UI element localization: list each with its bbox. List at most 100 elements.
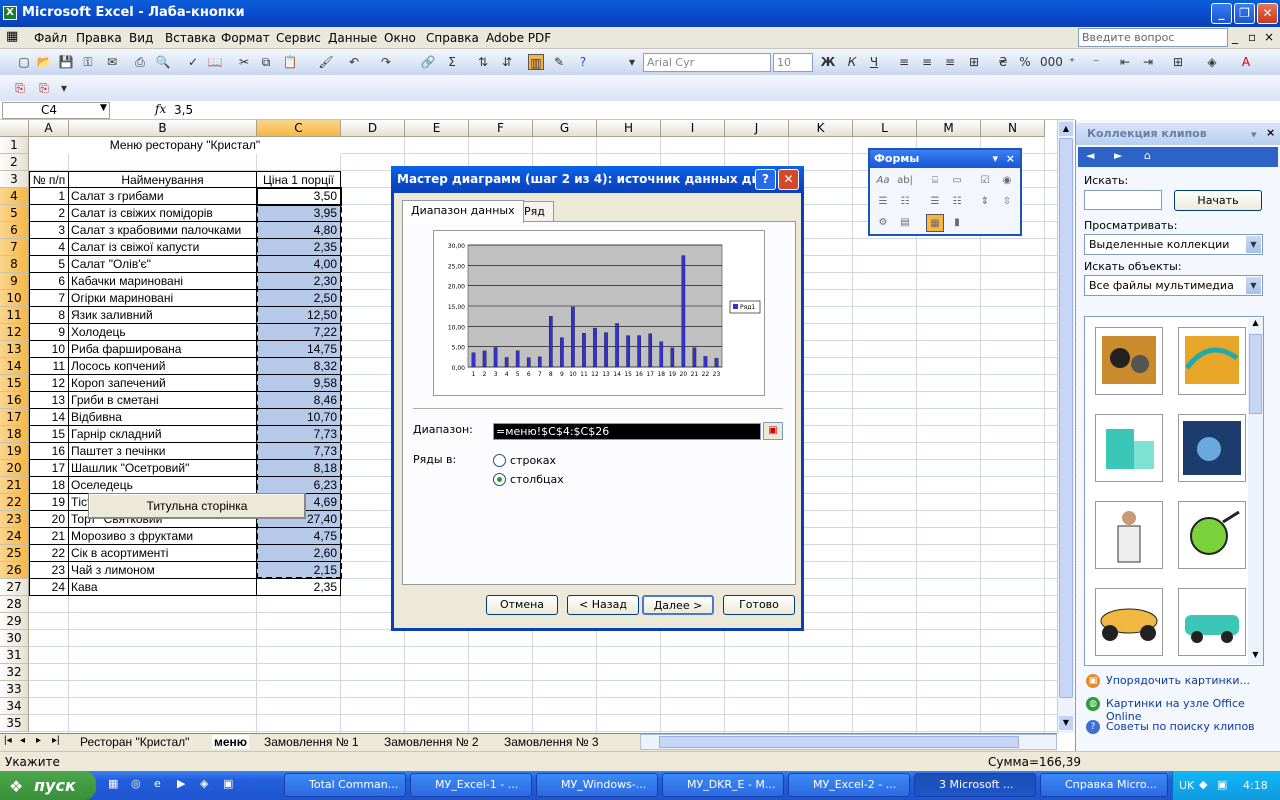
cell-price[interactable]: 2,60 — [257, 545, 341, 562]
menu-edit[interactable]: Правка — [76, 31, 122, 45]
font-name-select[interactable]: Arial Cyr — [643, 53, 771, 72]
sort-asc-icon[interactable]: ⇅ — [475, 54, 491, 70]
back-icon[interactable]: ◄ — [1086, 149, 1094, 162]
row-header[interactable]: 5 — [0, 205, 29, 222]
edit-code-icon[interactable]: ▤ — [896, 214, 914, 232]
autosum-icon[interactable]: Σ — [444, 54, 460, 70]
tab-data-range[interactable]: Диапазон данных — [402, 200, 524, 223]
decrease-decimal-icon[interactable]: ⁻ — [1088, 54, 1104, 70]
menu-data[interactable]: Данные — [328, 31, 377, 45]
cell-name[interactable]: Язик заливний — [69, 307, 257, 324]
cell-name[interactable]: Кава — [69, 579, 257, 596]
cell-number[interactable]: 10 — [29, 341, 69, 358]
task-total-commander[interactable]: Total Comman... — [284, 773, 406, 797]
close-button[interactable]: ✕ — [1257, 3, 1278, 24]
chart-wizard-icon[interactable]: ▥ — [528, 54, 544, 70]
cell-price[interactable]: 3,95 — [257, 205, 341, 222]
row-header[interactable]: 1 — [0, 137, 29, 154]
cell-number[interactable]: 5 — [29, 256, 69, 273]
language-indicator[interactable]: UK — [1179, 779, 1194, 792]
cell-number[interactable]: 3 — [29, 222, 69, 239]
row-header[interactable]: 29 — [0, 613, 29, 630]
dropdown-icon[interactable]: ▼ — [1246, 236, 1261, 253]
merge-center-icon[interactable]: ⊞ — [966, 54, 982, 70]
scroll-thumb[interactable] — [1059, 138, 1073, 698]
series-rows-label[interactable]: строках — [510, 454, 556, 467]
cell-number[interactable]: 1 — [29, 188, 69, 205]
doc-icon[interactable]: ▦ — [6, 29, 18, 44]
font-color-icon[interactable]: A — [1238, 54, 1254, 70]
permission-icon[interactable]: ⚿ — [80, 54, 96, 70]
row-header[interactable]: 14 — [0, 358, 29, 375]
italic-icon[interactable]: К — [844, 54, 860, 70]
cut-icon[interactable]: ✂ — [236, 54, 252, 70]
row-header[interactable]: 35 — [0, 715, 29, 732]
menu-help[interactable]: Справка — [426, 31, 479, 45]
sheet-tab-order1[interactable]: Замовлення № 1 — [264, 735, 359, 749]
quicklaunch-app2-icon[interactable]: ▣ — [223, 777, 233, 790]
clip-thumbnail[interactable] — [1095, 588, 1163, 656]
bold-icon[interactable]: Ж — [820, 54, 836, 70]
cell-name[interactable]: Сік в асортименті — [69, 545, 257, 562]
first-sheet-icon[interactable]: |◂ — [4, 735, 12, 746]
row-header[interactable]: 22 — [0, 494, 29, 511]
cell-price[interactable]: 10,70 — [257, 409, 341, 426]
sheet-tab-menu[interactable]: меню — [212, 735, 250, 749]
collections-select[interactable]: Выделенные коллекции ▼ — [1084, 234, 1263, 255]
format-painter-icon[interactable]: 🖌 — [318, 54, 334, 70]
series-columns-label[interactable]: столбцах — [510, 473, 564, 486]
row-header[interactable]: 27 — [0, 579, 29, 596]
row-header[interactable]: 10 — [0, 290, 29, 307]
row-header[interactable]: 21 — [0, 477, 29, 494]
row-header[interactable]: 15 — [0, 375, 29, 392]
research-icon[interactable]: 📖 — [207, 54, 223, 70]
cell-price[interactable]: 2,15 — [257, 562, 341, 579]
column-header[interactable]: H — [597, 120, 661, 137]
row-header[interactable]: 13 — [0, 341, 29, 358]
home-icon[interactable]: ⌂ — [1144, 149, 1151, 162]
row-header[interactable]: 16 — [0, 392, 29, 409]
clip-thumbnail[interactable] — [1178, 327, 1246, 395]
menu-insert[interactable]: Вставка — [165, 31, 216, 45]
clip-thumbnail[interactable] — [1178, 414, 1246, 482]
clip-thumbnail[interactable] — [1178, 501, 1246, 569]
series-rows-radio[interactable] — [493, 454, 506, 467]
prev-sheet-icon[interactable]: ◂ — [20, 735, 25, 746]
minimize-button[interactable]: _ — [1211, 3, 1232, 24]
menu-view[interactable]: Вид — [129, 31, 153, 45]
cell-name[interactable]: Короп запечений — [69, 375, 257, 392]
row-header[interactable]: 33 — [0, 681, 29, 698]
select-all-corner[interactable] — [0, 120, 29, 137]
vertical-scrollbar[interactable]: ▲ ▼ — [1057, 120, 1074, 733]
menu-tools[interactable]: Сервис — [276, 31, 321, 45]
function-icon[interactable]: fx — [155, 102, 166, 116]
clip-thumbnail[interactable] — [1095, 414, 1163, 482]
column-header[interactable]: B — [69, 120, 257, 137]
finish-button[interactable]: Готово — [723, 595, 795, 615]
spelling-icon[interactable]: ✓ — [185, 54, 201, 70]
pdf-convert-icon[interactable]: ⎘ — [12, 80, 28, 96]
column-header[interactable]: C — [257, 120, 341, 137]
task-excel-1[interactable]: МУ_Excel-1 - ... — [410, 773, 532, 797]
horizontal-scrollbar[interactable] — [640, 734, 1057, 750]
name-box[interactable]: C4 — [2, 102, 110, 119]
cell-name[interactable]: Паштет з печінки — [69, 443, 257, 460]
cell-price[interactable]: 9,58 — [257, 375, 341, 392]
cell-number[interactable]: 11 — [29, 358, 69, 375]
redo-icon[interactable]: ↷ — [378, 54, 394, 70]
row-header[interactable]: 31 — [0, 647, 29, 664]
run-dialog-icon[interactable]: ▮ — [948, 214, 966, 232]
clip-search-input[interactable] — [1084, 190, 1162, 210]
save-icon[interactable]: 💾 — [58, 54, 74, 70]
row-header[interactable]: 26 — [0, 562, 29, 579]
forward-icon[interactable]: ► — [1114, 149, 1122, 162]
email-icon[interactable]: ✉ — [104, 54, 120, 70]
toolbar-options-icon[interactable]: ▾ — [56, 80, 72, 96]
media-types-select[interactable]: Все файлы мультимедиа ▼ — [1084, 275, 1263, 296]
cell-price[interactable]: 7,22 — [257, 324, 341, 341]
clips-scrollbar[interactable]: ▲ ▼ — [1248, 318, 1263, 664]
cell-price[interactable]: 2,50 — [257, 290, 341, 307]
cell-price[interactable]: 2,35 — [257, 579, 341, 596]
network-icon[interactable]: ▣ — [1217, 778, 1227, 791]
cell-price[interactable]: 7,73 — [257, 426, 341, 443]
